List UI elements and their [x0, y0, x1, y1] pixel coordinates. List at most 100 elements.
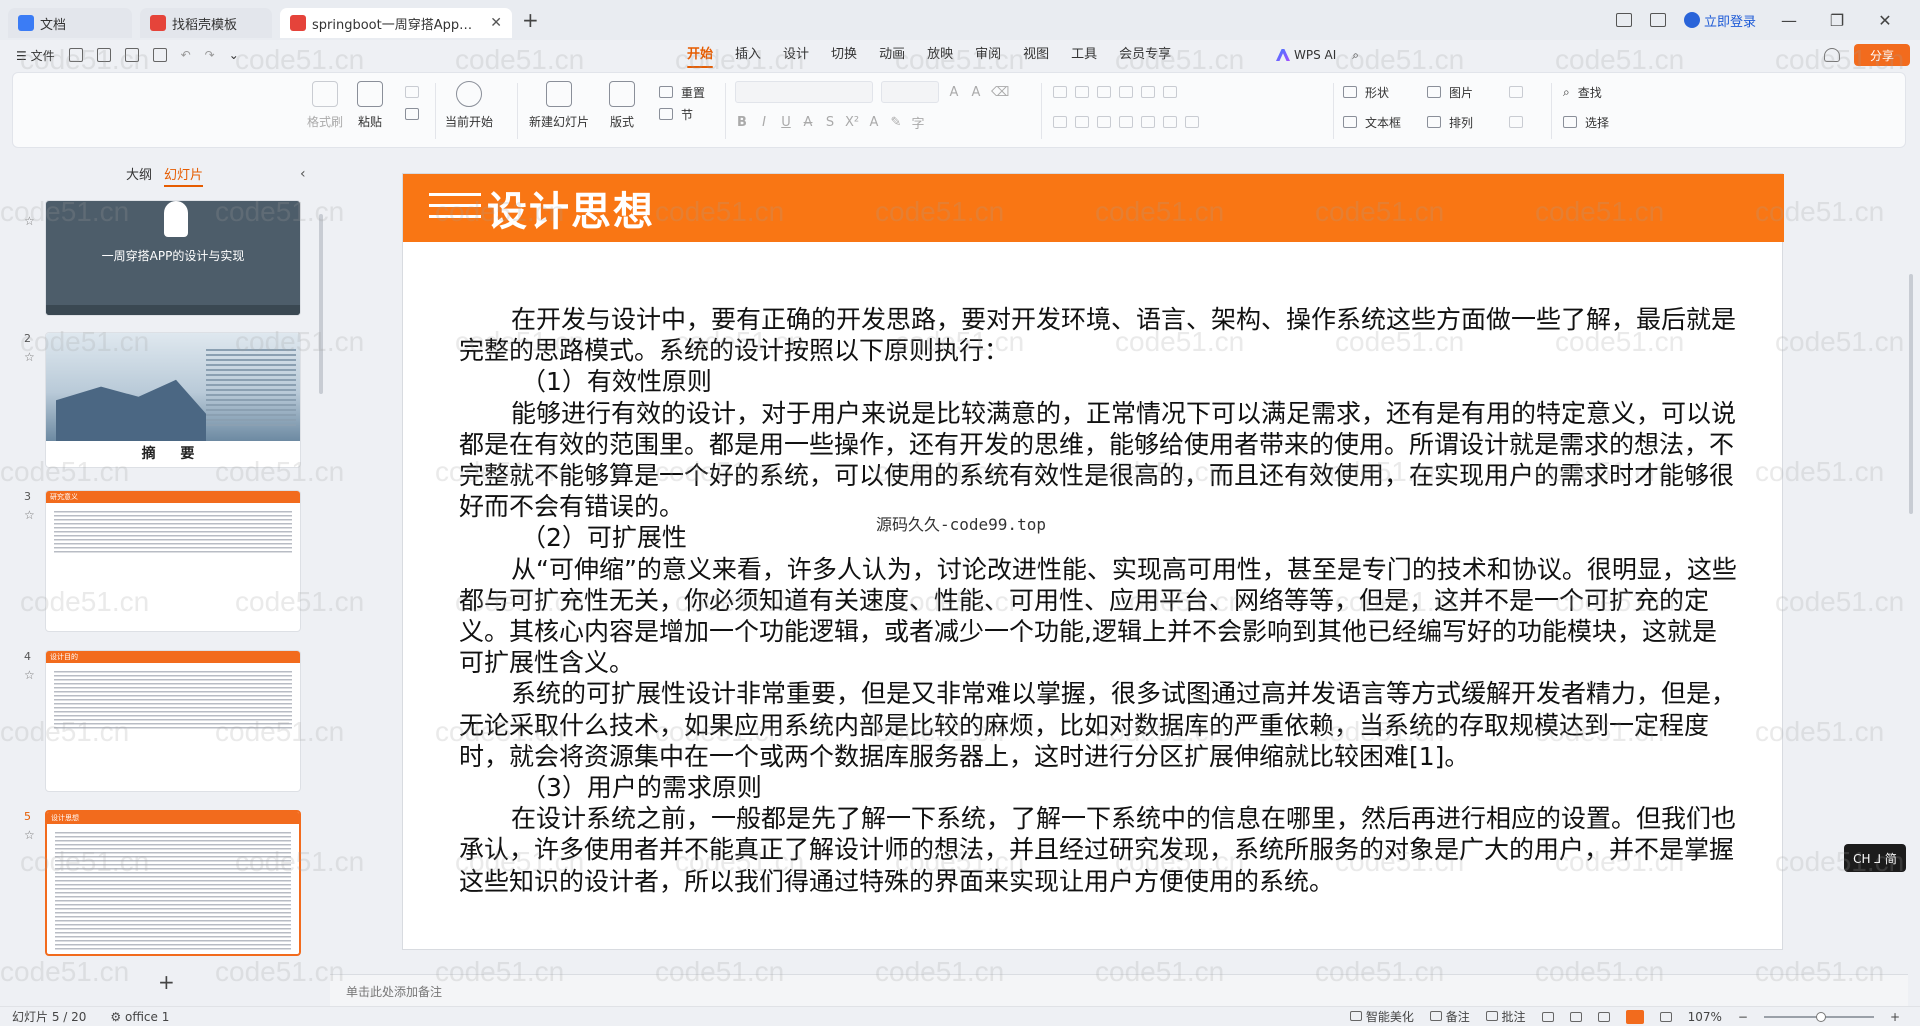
menu-tab[interactable]: 设计: [772, 40, 820, 70]
slide-thumbnail-3[interactable]: 研究意义: [45, 490, 301, 632]
layout-button[interactable]: 版式: [609, 81, 635, 130]
shadow-icon[interactable]: S: [823, 115, 837, 130]
zoom-in-icon[interactable]: +: [1890, 1010, 1900, 1024]
font-family-select[interactable]: [735, 81, 873, 103]
slide-thumbnail-2[interactable]: 摘 要: [45, 332, 301, 468]
decrease-font-icon[interactable]: A: [969, 85, 983, 100]
bullet-list-icon[interactable]: [1053, 86, 1067, 98]
file-menu[interactable]: ☰ 文件: [16, 47, 55, 64]
outline-icon[interactable]: [1509, 116, 1523, 128]
slide-thumbnail-1[interactable]: 一周穿搭APP的设计与实现: [45, 200, 301, 316]
theme-indicator[interactable]: ⚙ office 1: [110, 1010, 169, 1024]
align-left-icon[interactable]: [1053, 116, 1067, 128]
collapse-panel-icon[interactable]: ‹: [300, 166, 306, 182]
print-icon[interactable]: [124, 48, 139, 62]
print-preview-icon[interactable]: [152, 48, 167, 62]
slide-canvas[interactable]: 设计思想 在开发与设计中，要有正确的开发思路，要对开发环境、语言、架构、操作系统…: [402, 173, 1784, 950]
cut-icon[interactable]: [405, 86, 419, 98]
paste-button[interactable]: 粘贴: [357, 81, 383, 130]
char-spacing-icon[interactable]: 字: [911, 113, 925, 132]
underline-icon[interactable]: U: [779, 115, 793, 130]
reset-button[interactable]: 重置: [659, 81, 705, 103]
slide-body-text[interactable]: 在开发与设计中，要有正确的开发思路，要对开发环境、语言、架构、操作系统这些方面做…: [459, 304, 1739, 897]
panel-scrollbar[interactable]: [319, 214, 323, 394]
clear-format-icon[interactable]: ⌫: [991, 85, 1009, 100]
tab-templates[interactable]: 找稻壳模板: [140, 8, 272, 38]
font-size-select[interactable]: [881, 81, 939, 103]
tab-presentation[interactable]: springboot一周穿搭App的设 ✕: [280, 8, 512, 38]
numbered-list-icon[interactable]: [1075, 86, 1089, 98]
strikethrough-icon[interactable]: A: [801, 115, 815, 130]
increase-indent-icon[interactable]: [1119, 86, 1133, 98]
new-slide-button[interactable]: 新建幻灯片: [529, 81, 589, 130]
tab-outline[interactable]: 大纲: [126, 164, 152, 183]
menu-tab[interactable]: 放映: [916, 40, 964, 70]
share-button[interactable]: 分享: [1854, 44, 1910, 66]
text-direction-icon[interactable]: [1141, 86, 1155, 98]
add-slide-button[interactable]: +: [158, 970, 175, 994]
comments-toggle[interactable]: 批注: [1485, 1008, 1526, 1025]
zoom-out-icon[interactable]: −: [1738, 1010, 1748, 1024]
cube-icon[interactable]: [1649, 13, 1666, 27]
redo-icon[interactable]: ↷: [205, 48, 215, 62]
columns-icon[interactable]: [1163, 86, 1177, 98]
undo-icon[interactable]: ↶: [181, 48, 191, 62]
beautify-button[interactable]: 智能美化: [1350, 1008, 1414, 1025]
decrease-indent-icon[interactable]: [1097, 86, 1111, 98]
line-spacing-icon[interactable]: [1163, 116, 1177, 128]
menu-tab[interactable]: 会员专享: [1108, 40, 1182, 70]
menu-tab[interactable]: 视图: [1012, 40, 1060, 70]
paragraph-spacing-icon[interactable]: [1185, 116, 1199, 128]
align-right-icon[interactable]: [1097, 116, 1111, 128]
find-button[interactable]: ⌕ 查找: [1563, 81, 1609, 103]
fill-icon[interactable]: [1509, 86, 1523, 98]
select-button[interactable]: 选择: [1563, 111, 1609, 133]
notes-toggle[interactable]: 备注: [1429, 1008, 1470, 1025]
align-center-icon[interactable]: [1075, 116, 1089, 128]
shape-button[interactable]: 形状: [1343, 81, 1401, 103]
new-tab-button[interactable]: +: [522, 8, 539, 32]
grid-view-icon[interactable]: [1569, 1011, 1582, 1022]
normal-view-icon[interactable]: [1541, 1011, 1554, 1022]
distribute-icon[interactable]: [1141, 116, 1155, 128]
font-color-icon[interactable]: A: [867, 115, 881, 130]
star-icon[interactable]: ☆: [24, 828, 35, 842]
menu-tab[interactable]: 动画: [868, 40, 916, 70]
close-tab-icon[interactable]: ✕: [490, 15, 502, 31]
increase-font-icon[interactable]: A: [947, 85, 961, 100]
reading-view-icon[interactable]: [1597, 1011, 1610, 1022]
star-icon[interactable]: ☆: [24, 668, 35, 682]
menu-tab[interactable]: 切换: [820, 40, 868, 70]
minimize-icon[interactable]: —: [1774, 11, 1804, 30]
menu-tab[interactable]: 工具: [1060, 40, 1108, 70]
slide-thumbnail-4[interactable]: 设计目的: [45, 650, 301, 792]
zoom-level[interactable]: 107%: [1688, 1010, 1722, 1024]
play-slideshow-icon[interactable]: [1625, 1009, 1644, 1024]
scroll-thumb[interactable]: [1909, 274, 1913, 514]
wps-ai-button[interactable]: WPS AI ⌕: [1276, 40, 1359, 70]
tab-slides[interactable]: 幻灯片: [164, 164, 204, 187]
fit-icon[interactable]: [1659, 1011, 1672, 1022]
tab-docs[interactable]: 文档: [8, 8, 132, 38]
window-icon[interactable]: [1615, 13, 1632, 27]
superscript-icon[interactable]: X²: [845, 115, 859, 130]
bold-icon[interactable]: B: [735, 115, 749, 130]
highlight-icon[interactable]: ✎: [889, 115, 903, 130]
start-from-current-button[interactable]: 当前开始: [445, 81, 493, 130]
main-scrollbar[interactable]: [1906, 154, 1916, 966]
notes-pane[interactable]: 单击此处添加备注: [330, 974, 1908, 1006]
login-button[interactable]: 立即登录: [1683, 11, 1756, 30]
menu-tab[interactable]: 开始: [676, 40, 724, 70]
italic-icon[interactable]: I: [757, 115, 771, 130]
restore-icon[interactable]: ❐: [1822, 11, 1852, 30]
save-icon[interactable]: [68, 48, 83, 62]
star-icon[interactable]: ☆: [24, 508, 35, 522]
justify-icon[interactable]: [1119, 116, 1133, 128]
menu-tab[interactable]: 审阅: [964, 40, 1012, 70]
close-window-icon[interactable]: ✕: [1870, 11, 1900, 30]
zoom-slider[interactable]: [1763, 1011, 1874, 1022]
slide-title[interactable]: 设计思想: [487, 179, 655, 237]
menu-tab[interactable]: 插入: [724, 40, 772, 70]
search-icon[interactable]: ⌕: [1352, 48, 1359, 63]
chevron-down-icon[interactable]: ⌄: [229, 48, 239, 62]
